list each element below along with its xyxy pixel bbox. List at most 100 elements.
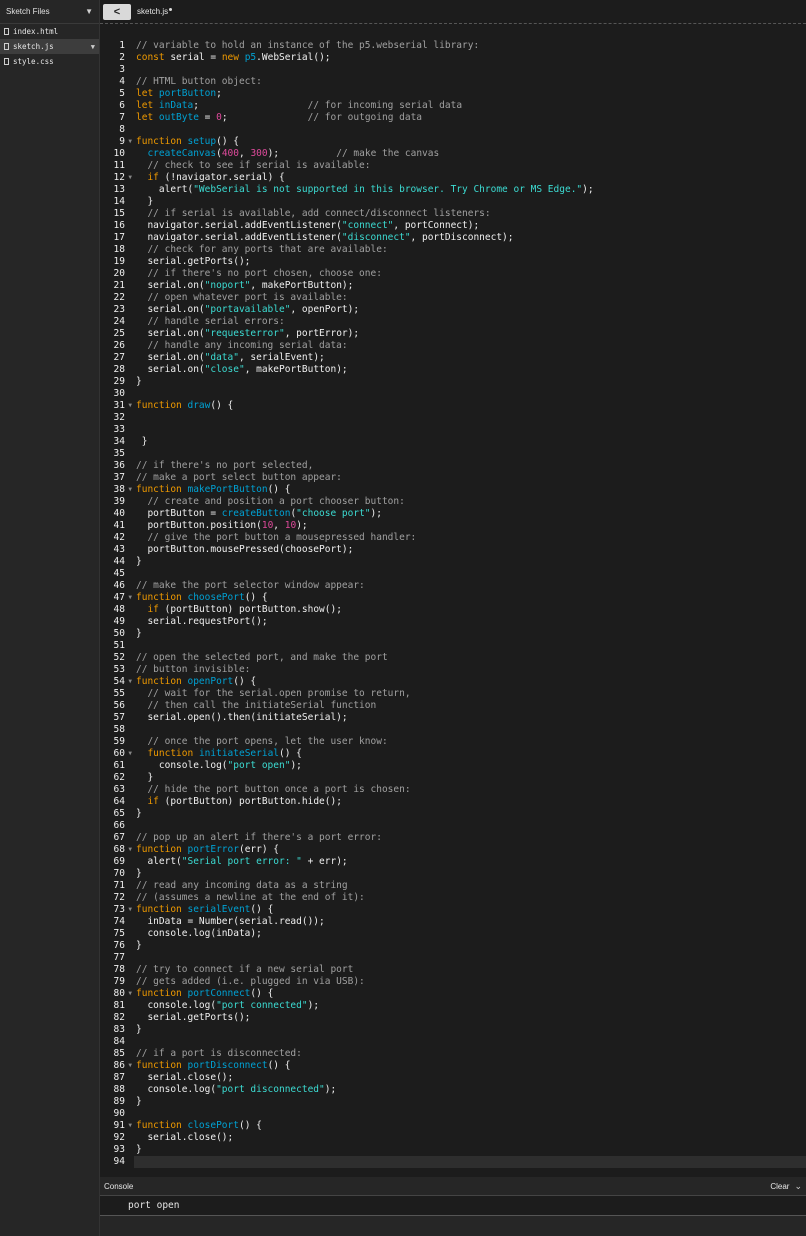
- code-line[interactable]: 2 const serial = new p5.WebSerial();: [100, 52, 806, 64]
- code-line[interactable]: 57 serial.open().then(initiateSerial);: [100, 712, 806, 724]
- code-line[interactable]: 15 // if serial is available, add connec…: [100, 208, 806, 220]
- code-line[interactable]: 42 // give the port button a mousepresse…: [100, 532, 806, 544]
- code-line[interactable]: 25 serial.on("requesterror", portError);: [100, 328, 806, 340]
- file-item-sketch-js[interactable]: sketch.js ▼: [0, 39, 99, 54]
- tab-filename[interactable]: sketch.js: [137, 7, 173, 16]
- code-line[interactable]: 83}: [100, 1024, 806, 1036]
- code-line[interactable]: 41 portButton.position(10, 10);: [100, 520, 806, 532]
- code-line[interactable]: 10 createCanvas(400, 300); // make the c…: [100, 148, 806, 160]
- code-line[interactable]: 56 // then call the initiateSerial funct…: [100, 700, 806, 712]
- code-line[interactable]: 94: [100, 1156, 806, 1168]
- code-line[interactable]: 49 serial.requestPort();: [100, 616, 806, 628]
- code-line[interactable]: 58: [100, 724, 806, 736]
- fold-toggle-icon[interactable]: ▼: [128, 1120, 132, 1132]
- fold-toggle-icon[interactable]: ▼: [128, 1060, 132, 1072]
- chevron-down-icon[interactable]: ▼: [91, 43, 95, 51]
- code-line[interactable]: 51: [100, 640, 806, 652]
- code-line[interactable]: 72 // (assumes a newline at the end of it…: [100, 892, 806, 904]
- code-line[interactable]: 67 // pop up an alert if there's a port e…: [100, 832, 806, 844]
- code-line[interactable]: 4 // HTML button object:: [100, 76, 806, 88]
- chevron-down-icon[interactable]: ▼: [85, 7, 93, 16]
- code-line[interactable]: 8: [100, 124, 806, 136]
- code-line[interactable]: 73 ▼ function serialEvent() {: [100, 904, 806, 916]
- code-line[interactable]: 74 inData = Number(serial.read());: [100, 916, 806, 928]
- code-line[interactable]: 82 serial.getPorts();: [100, 1012, 806, 1024]
- code-line[interactable]: 68 ▼ function portError(err) {: [100, 844, 806, 856]
- code-line[interactable]: 84: [100, 1036, 806, 1048]
- code-line[interactable]: 37 // make a port select button appear:: [100, 472, 806, 484]
- code-line[interactable]: 26 // handle any incoming serial data:: [100, 340, 806, 352]
- code-line[interactable]: 23 serial.on("portavailable", openPort);: [100, 304, 806, 316]
- code-line[interactable]: 50}: [100, 628, 806, 640]
- fold-toggle-icon[interactable]: ▼: [128, 136, 132, 148]
- code-line[interactable]: 76}: [100, 940, 806, 952]
- code-line[interactable]: 87 serial.close();: [100, 1072, 806, 1084]
- code-line[interactable]: 85 // if a port is disconnected:: [100, 1048, 806, 1060]
- code-line[interactable]: 70}: [100, 868, 806, 880]
- code-line[interactable]: 63 // hide the port button once a port i…: [100, 784, 806, 796]
- fold-toggle-icon[interactable]: ▼: [128, 904, 132, 916]
- code-line[interactable]: 61 console.log("port open");: [100, 760, 806, 772]
- code-line[interactable]: 88 console.log("port disconnected");: [100, 1084, 806, 1096]
- code-line[interactable]: 29}: [100, 376, 806, 388]
- code-line[interactable]: 5 let portButton;: [100, 88, 806, 100]
- code-line[interactable]: 3: [100, 64, 806, 76]
- code-line[interactable]: 78 // try to connect if a new serial port: [100, 964, 806, 976]
- code-line[interactable]: 30: [100, 388, 806, 400]
- code-line[interactable]: 9 ▼ function setup() {: [100, 136, 806, 148]
- code-line[interactable]: 69 alert("Serial port error: " + err);: [100, 856, 806, 868]
- code-line[interactable]: 6 let inData; // for incoming serial data: [100, 100, 806, 112]
- code-line[interactable]: 48 if (portButton) portButton.show();: [100, 604, 806, 616]
- sidebar-header[interactable]: Sketch Files ▼: [0, 0, 99, 24]
- code-line[interactable]: 21 serial.on("noport", makePortButton);: [100, 280, 806, 292]
- code-line[interactable]: 47 ▼ function choosePort() {: [100, 592, 806, 604]
- code-line[interactable]: 27 serial.on("data", serialEvent);: [100, 352, 806, 364]
- fold-toggle-icon[interactable]: ▼: [128, 748, 132, 760]
- code-line[interactable]: 81 console.log("port connected");: [100, 1000, 806, 1012]
- code-line[interactable]: 43 portButton.mousePressed(choosePort);: [100, 544, 806, 556]
- code-line[interactable]: 92 serial.close();: [100, 1132, 806, 1144]
- code-line[interactable]: 60 ▼ function initiateSerial() {: [100, 748, 806, 760]
- code-line[interactable]: 35: [100, 448, 806, 460]
- fold-toggle-icon[interactable]: ▼: [128, 988, 132, 1000]
- code-line[interactable]: 90: [100, 1108, 806, 1120]
- code-line[interactable]: 14 }: [100, 196, 806, 208]
- code-line[interactable]: 7 let outByte = 0; // for outgoing data: [100, 112, 806, 124]
- console-clear-button[interactable]: Clear ⌄: [770, 1181, 802, 1192]
- code-line[interactable]: 44}: [100, 556, 806, 568]
- code-line[interactable]: 93}: [100, 1144, 806, 1156]
- collapse-sidebar-button[interactable]: <: [103, 3, 131, 20]
- code-line[interactable]: 89}: [100, 1096, 806, 1108]
- code-line[interactable]: 16 navigator.serial.addEventListener("co…: [100, 220, 806, 232]
- file-item-style-css[interactable]: style.css: [0, 54, 99, 69]
- code-line[interactable]: 18 // check for any ports that are avail…: [100, 244, 806, 256]
- code-line[interactable]: 55 // wait for the serial.open promise t…: [100, 688, 806, 700]
- code-line[interactable]: 86 ▼ function portDisconnect() {: [100, 1060, 806, 1072]
- code-line[interactable]: 54 ▼ function openPort() {: [100, 676, 806, 688]
- code-line[interactable]: 79 // gets added (i.e. plugged in via USB…: [100, 976, 806, 988]
- code-line[interactable]: 17 navigator.serial.addEventListener("di…: [100, 232, 806, 244]
- console-input[interactable]: [100, 1216, 806, 1236]
- code-line[interactable]: 31 ▼ function draw() {: [100, 400, 806, 412]
- fold-toggle-icon[interactable]: ▼: [128, 592, 132, 604]
- file-item-index-html[interactable]: index.html: [0, 24, 99, 39]
- code-line[interactable]: 38 ▼ function makePortButton() {: [100, 484, 806, 496]
- code-line[interactable]: 64 if (portButton) portButton.hide();: [100, 796, 806, 808]
- code-line[interactable]: 40 portButton = createButton("choose por…: [100, 508, 806, 520]
- fold-toggle-icon[interactable]: ▼: [128, 172, 132, 184]
- code-line[interactable]: 71 // read any incoming data as a string: [100, 880, 806, 892]
- code-line[interactable]: 52 // open the selected port, and make th…: [100, 652, 806, 664]
- fold-toggle-icon[interactable]: ▼: [128, 844, 132, 856]
- code-editor[interactable]: 1 // variable to hold an instance of the …: [100, 24, 806, 1172]
- code-line[interactable]: 59 // once the port opens, let the user …: [100, 736, 806, 748]
- code-line[interactable]: 46 // make the port selector window appea…: [100, 580, 806, 592]
- code-line[interactable]: 65}: [100, 808, 806, 820]
- code-line[interactable]: 36 // if there's no port selected,: [100, 460, 806, 472]
- code-line[interactable]: 80 ▼ function portConnect() {: [100, 988, 806, 1000]
- fold-toggle-icon[interactable]: ▼: [128, 400, 132, 412]
- code-line[interactable]: 34 }: [100, 436, 806, 448]
- code-line[interactable]: 19 serial.getPorts();: [100, 256, 806, 268]
- code-line[interactable]: 39 // create and position a port chooser…: [100, 496, 806, 508]
- chevron-down-icon[interactable]: ⌄: [794, 1181, 802, 1192]
- code-line[interactable]: 28 serial.on("close", makePortButton);: [100, 364, 806, 376]
